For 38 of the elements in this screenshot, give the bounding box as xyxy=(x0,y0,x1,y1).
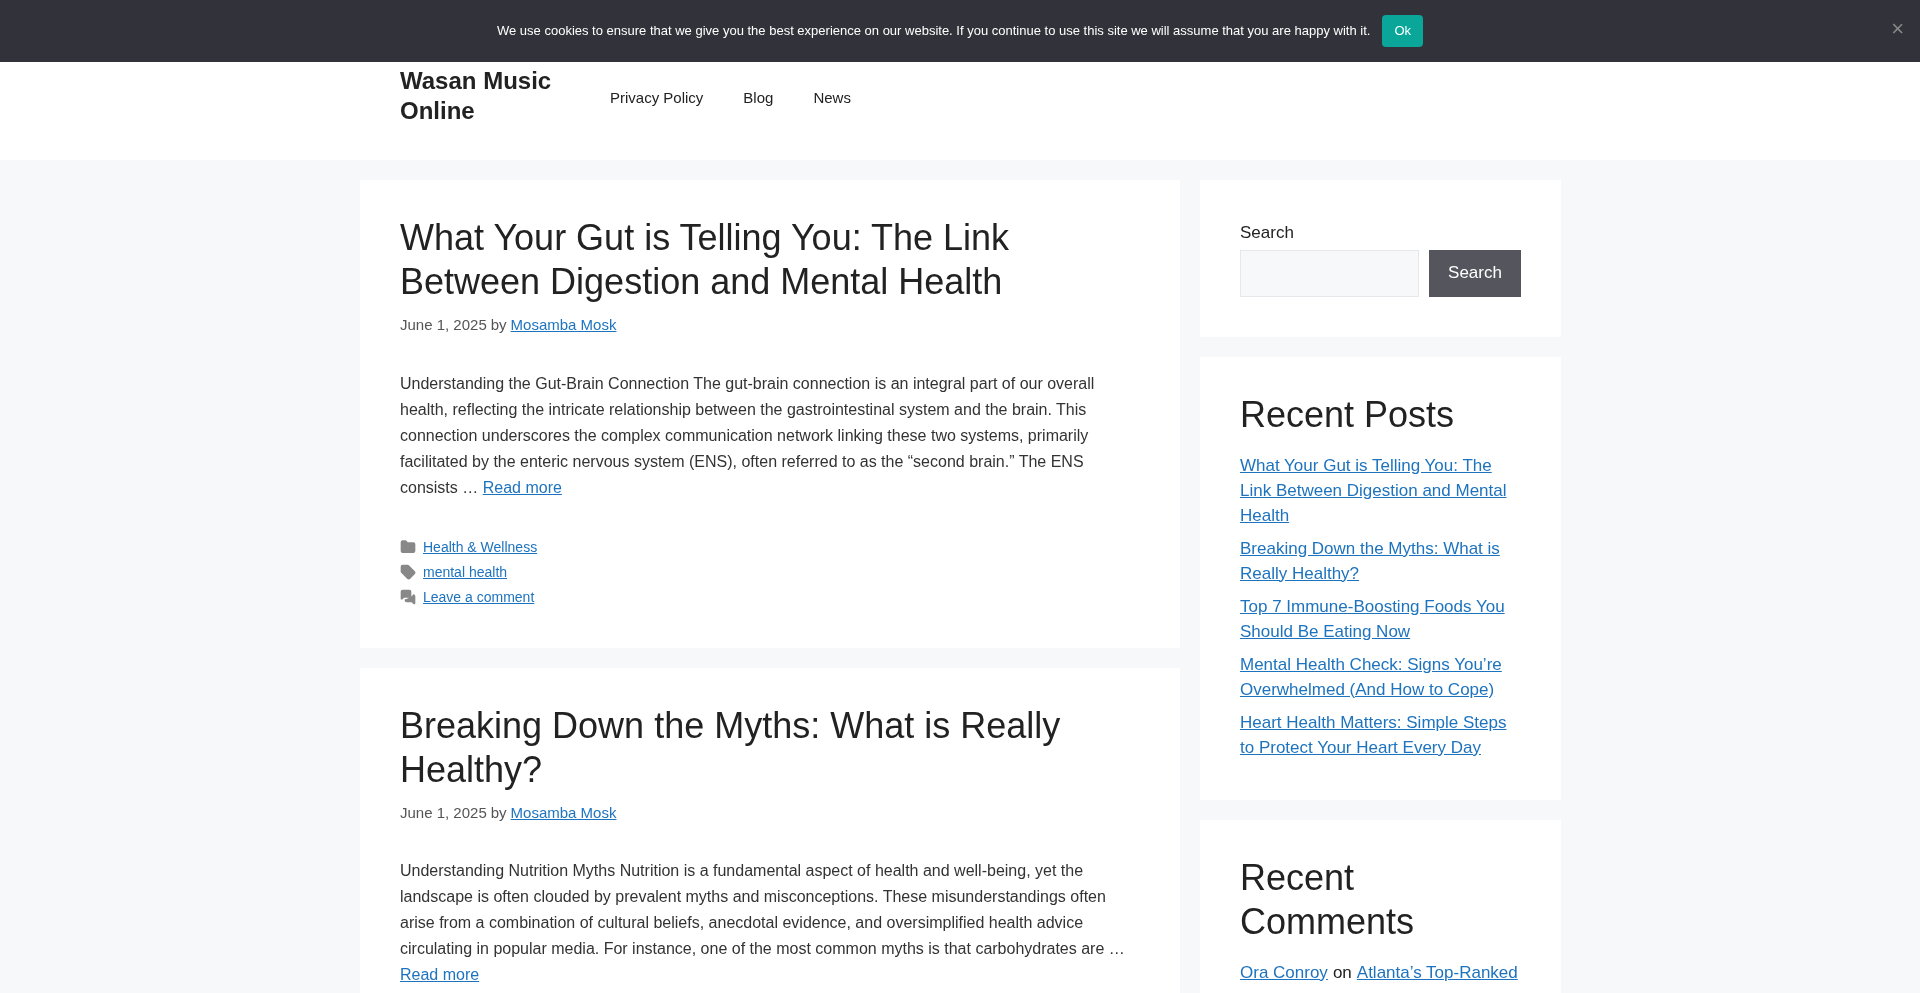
search-label: Search xyxy=(1240,222,1295,244)
search-button[interactable]: Search xyxy=(1429,249,1521,297)
read-more-link[interactable]: Read more xyxy=(400,966,480,983)
comment-author-link[interactable]: Ora Conroy xyxy=(1240,959,1328,985)
nav-link[interactable]: Privacy Policy xyxy=(610,86,704,110)
nav-link[interactable]: News xyxy=(813,86,851,110)
recent-post-link[interactable]: Breaking Down the Myths: What is Really Healthy? xyxy=(1240,535,1521,586)
close-button[interactable]: × xyxy=(1891,18,1904,40)
folder-icon xyxy=(400,539,416,555)
tag-icon xyxy=(400,564,416,580)
comment-post-link[interactable]: Atlanta’s Top-Ranked xyxy=(1356,959,1518,985)
recent-post-link[interactable]: Heart Health Matters: Simple Steps to Protect Your Heart Every Day xyxy=(1240,709,1521,760)
widget-heading: Recent Posts xyxy=(1240,392,1456,437)
post-title[interactable]: Breaking Down the Myths: What is Really Healthy? xyxy=(400,703,1140,792)
post-title[interactable]: What Your Gut is Telling You: The Link Between Digestion and Mental Health xyxy=(400,216,1140,304)
post-date: June 1, 2025 xyxy=(400,315,487,335)
widget-heading: Recent Comments xyxy=(1240,855,1416,944)
recent-post-link[interactable]: Top 7 Immune-Boosting Foods You Should Be Eating Now xyxy=(1240,593,1521,644)
ok-button[interactable]: Ok xyxy=(1382,15,1423,47)
cookie-message: We use cookies to ensure that we give you the best experience on our website. If you continue to use this site we will assume that you are happy with it. xyxy=(497,22,1371,41)
meta-link[interactable]: mental health xyxy=(423,561,508,583)
comment-on-text: on xyxy=(1332,961,1352,984)
meta-link[interactable]: Leave a comment xyxy=(423,586,535,608)
site-title[interactable]: Wasan Music Online xyxy=(400,66,560,126)
nav-link[interactable]: Blog xyxy=(743,86,774,110)
post-excerpt: Understanding the Gut-Brain Connection The gut-brain connection is an integral part of our overall health, reflecting the intricate relationship between the gastrointestinal system and the brain. This connection underscores the complex communication network linking these two systems, primarily facilitated by the enteric nervous system (ENS), often referred to as the “second brain.” The ENS consists … Read more xyxy=(400,373,1096,498)
meta-link[interactable]: Health & Wellness xyxy=(423,536,538,558)
read-more-link[interactable]: Read more xyxy=(482,478,562,496)
author-link[interactable]: Mosamba Mosk xyxy=(510,801,617,824)
author-link[interactable]: Mosamba Mosk xyxy=(510,314,617,337)
byline-text: by xyxy=(490,802,507,823)
speech-bubbles-icon xyxy=(400,589,416,605)
search-field[interactable] xyxy=(1240,249,1419,297)
post-excerpt: Understanding Nutrition Myths Nutrition is a fundamental aspect of health and well-being, yet the landscape is often clouded by prevalent myths and misconceptions. These misunderstandings often arise from a combination of cultural beliefs, anecdotal evidence, and oversimplified health advice circulating in popular media. For instance, one of the most common myths is that carbohydrates are … Read more xyxy=(400,861,1126,985)
byline-text: by xyxy=(490,315,507,335)
recent-post-link[interactable]: What Your Gut is Telling You: The Link Between Digestion and Mental Health xyxy=(1240,452,1521,528)
recent-post-link[interactable]: Mental Health Check: Signs You’re Overwhelmed (And How to Cope) xyxy=(1240,651,1521,702)
post-date: June 1, 2025 xyxy=(400,802,487,823)
